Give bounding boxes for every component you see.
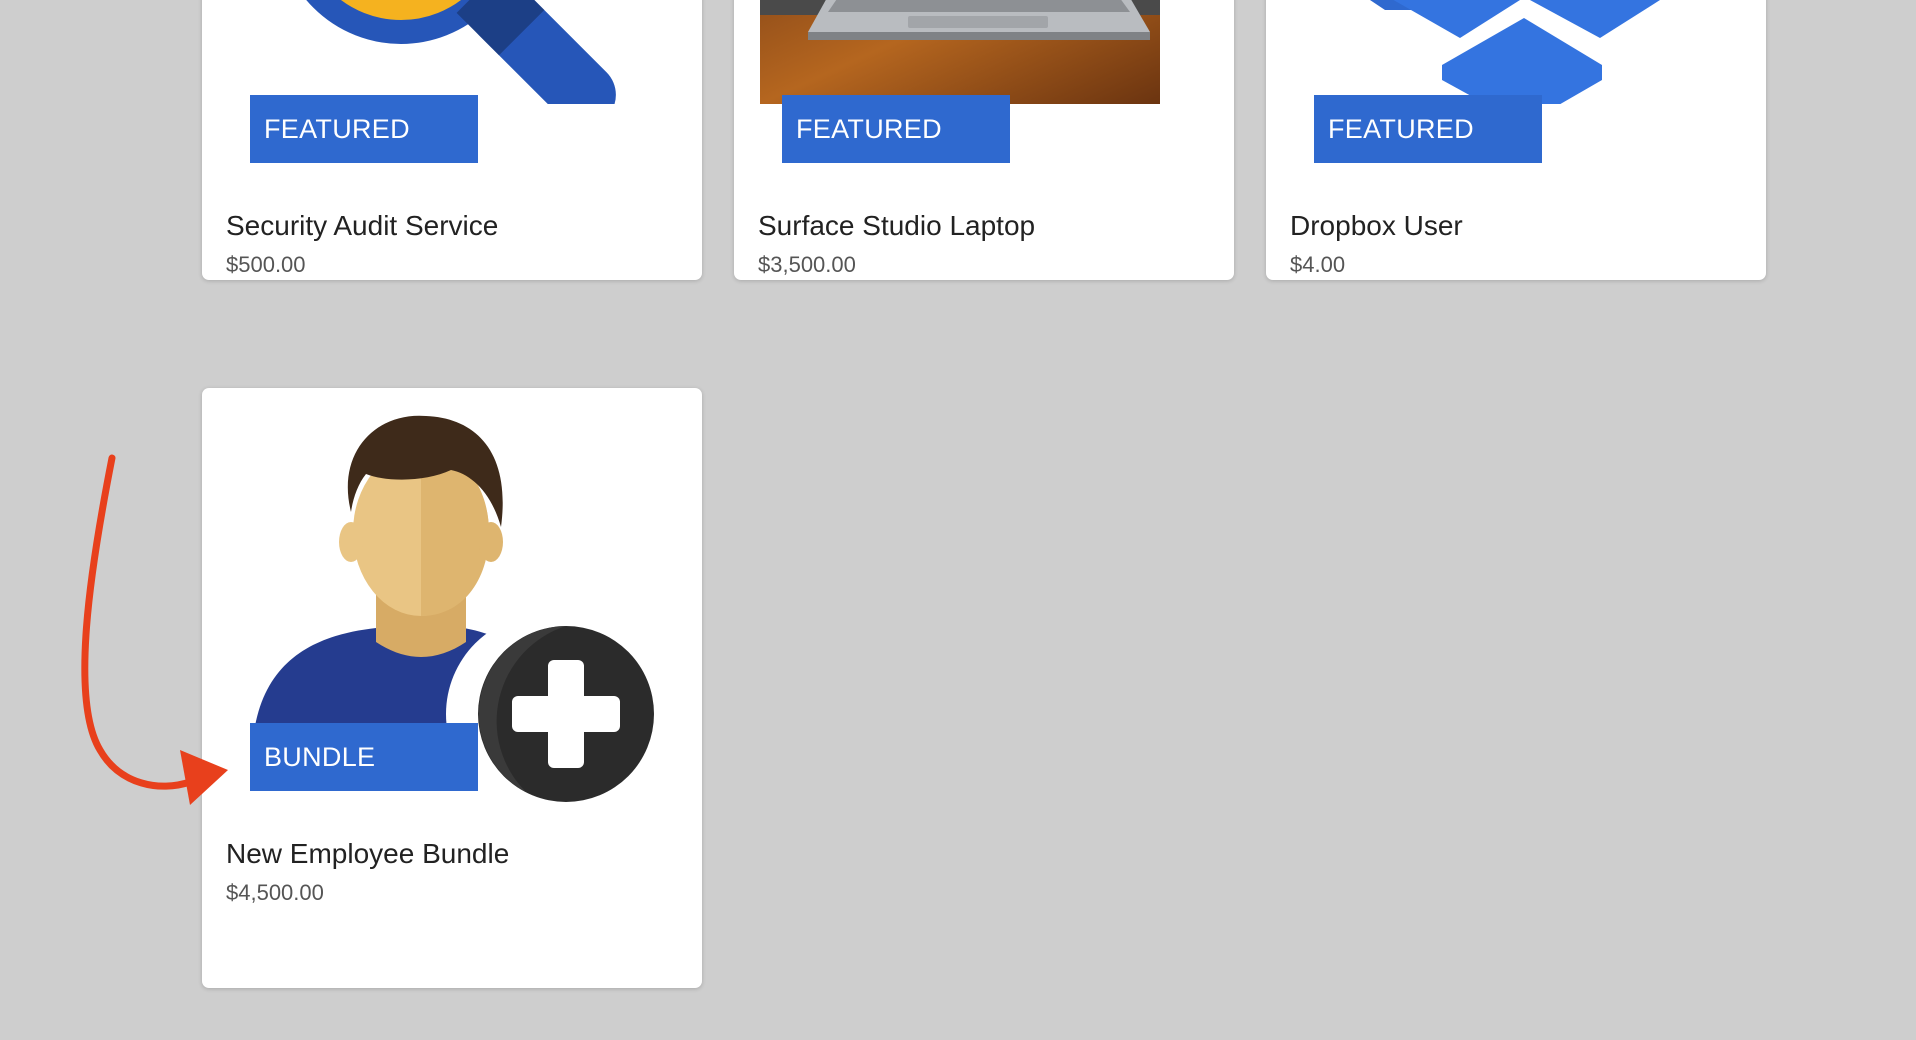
laptop-photo (760, 0, 1160, 104)
dropbox-icon (1370, 0, 1660, 104)
item-title[interactable]: Security Audit Service (226, 210, 678, 242)
item-title[interactable]: Dropbox User (1290, 210, 1742, 242)
item-price: $500.00 (226, 252, 306, 277)
catalog-item-dropbox-user[interactable]: FEATURED Dropbox User $4.00 (1266, 0, 1766, 280)
catalog-item-new-employee-bundle[interactable]: BUNDLE New Employee Bundle $4,500.00 (202, 388, 702, 988)
item-image (226, 0, 678, 104)
featured-badge: FEATURED (250, 95, 478, 163)
catalog-item-surface-studio-laptop[interactable]: FEATURED Surface Studio Laptop $3,500.00 (734, 0, 1234, 280)
item-title[interactable]: New Employee Bundle (226, 838, 678, 870)
item-image (758, 0, 1210, 104)
item-title[interactable]: Surface Studio Laptop (758, 210, 1210, 242)
red-curved-arrow-icon (81, 454, 228, 805)
item-price: $4.00 (1290, 252, 1346, 277)
catalog-page: FEATURED Security Audit Service $500.00 (0, 0, 1916, 1040)
featured-badge: FEATURED (1314, 95, 1542, 163)
item-price: $3,500.00 (758, 252, 856, 277)
item-price: $4,500.00 (226, 880, 324, 905)
featured-badge: FEATURED (782, 95, 1010, 163)
catalog-item-security-audit-service[interactable]: FEATURED Security Audit Service $500.00 (202, 0, 702, 280)
magnifier-icon (306, 0, 616, 104)
bundle-badge: BUNDLE (250, 723, 478, 791)
item-image (1290, 0, 1742, 104)
